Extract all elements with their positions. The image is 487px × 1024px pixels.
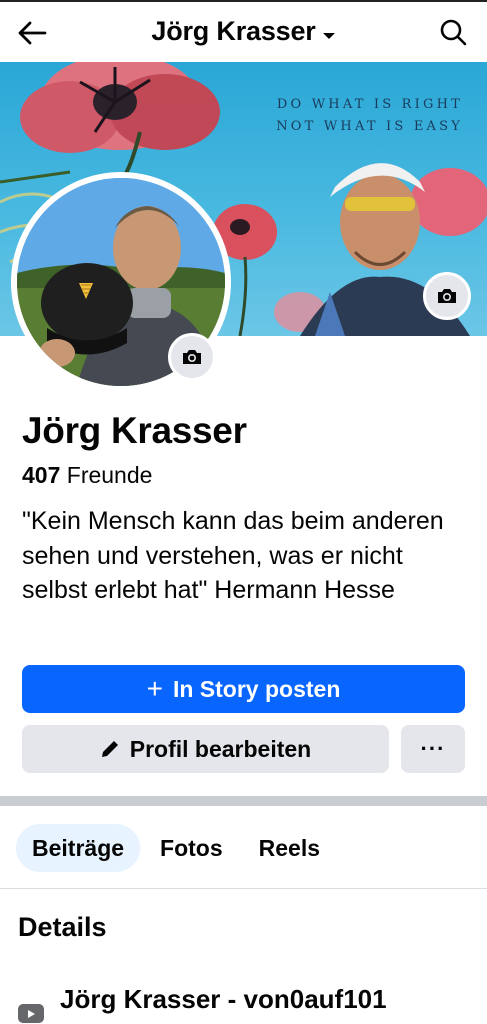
cover-quote-line-1: DO WHAT IS RIGHT bbox=[276, 97, 463, 112]
cover-quote-line-2: NOT WHAT IS EASY bbox=[276, 119, 463, 134]
edit-profile-button[interactable]: Profil bearbeiten bbox=[22, 725, 389, 773]
edit-profile-label: Profil bearbeiten bbox=[129, 735, 312, 762]
search-button[interactable] bbox=[439, 18, 469, 48]
more-options-button[interactable]: ··· bbox=[401, 725, 465, 773]
tab-label: Fotos bbox=[160, 834, 223, 861]
pencil-icon bbox=[101, 741, 118, 757]
add-to-story-label: In Story posten bbox=[172, 675, 341, 702]
tab-photos[interactable]: Fotos bbox=[144, 824, 239, 872]
profile-tabs: Beiträge Fotos Reels bbox=[16, 824, 340, 872]
tab-label: Reels bbox=[258, 834, 321, 861]
add-to-story-button[interactable]: + In Story posten bbox=[22, 665, 465, 713]
profile-name: Jörg Krasser bbox=[22, 410, 247, 451]
friends-count[interactable]: 407 Freunde bbox=[22, 462, 152, 489]
profile-switcher[interactable]: Jörg Krasser bbox=[0, 16, 487, 48]
youtube-icon bbox=[18, 1004, 44, 1023]
camera-icon bbox=[438, 289, 456, 303]
camera-icon bbox=[183, 350, 201, 364]
profile-bio: "Kein Mensch kann das beim anderen sehen… bbox=[22, 507, 444, 604]
section-divider bbox=[0, 796, 487, 806]
friends-label: Freunde bbox=[66, 462, 153, 488]
detail-item-youtube[interactable]: Jörg Krasser - von0auf101 bbox=[18, 982, 478, 1024]
tab-label: Beiträge bbox=[32, 834, 125, 861]
more-dots-icon: ··· bbox=[420, 736, 446, 761]
tabs-divider bbox=[0, 888, 487, 889]
tab-posts[interactable]: Beiträge bbox=[16, 824, 141, 872]
plus-icon: + bbox=[146, 673, 163, 704]
page-title: Jörg Krasser bbox=[151, 16, 316, 46]
friends-number: 407 bbox=[22, 462, 61, 488]
details-heading: Details bbox=[18, 912, 107, 942]
top-app-bar: Jörg Krasser bbox=[0, 0, 487, 62]
caret-down-icon bbox=[322, 17, 336, 48]
detail-item-text: Jörg Krasser - von0auf101 bbox=[60, 984, 387, 1014]
tab-reels[interactable]: Reels bbox=[243, 824, 336, 872]
search-icon bbox=[440, 19, 467, 46]
edit-profile-picture-button[interactable] bbox=[168, 333, 216, 381]
edit-cover-button[interactable] bbox=[423, 272, 471, 320]
cover-quote-text: DO WHAT IS RIGHT NOT WHAT IS EASY bbox=[276, 94, 463, 138]
